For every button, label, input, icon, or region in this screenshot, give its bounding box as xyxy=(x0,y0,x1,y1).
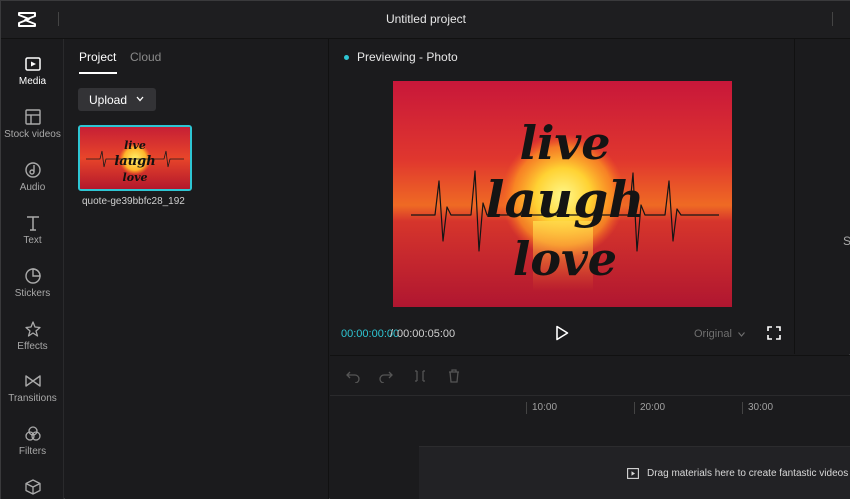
media-panel: Project Cloud Upload live laugh love quo… xyxy=(65,39,329,499)
title-bar: Untitled project xyxy=(1,1,850,39)
play-icon[interactable] xyxy=(555,325,569,341)
preview-status-dot xyxy=(344,55,349,60)
text-icon xyxy=(26,216,39,231)
split-icon[interactable] xyxy=(413,369,427,383)
left-nav: Media Stock videos Audio Text Stickers E… xyxy=(1,39,64,499)
video-icon xyxy=(627,468,639,479)
nav-item-audio[interactable]: Audio xyxy=(1,161,64,211)
ruler-tick-label: 30:00 xyxy=(748,402,774,413)
media-icon xyxy=(24,57,41,71)
preview-text-line: live xyxy=(520,116,611,170)
ruler-tick-label: 10:00 xyxy=(532,402,558,413)
nav-item-stickers[interactable]: Stickers xyxy=(1,267,64,317)
stock-videos-icon xyxy=(24,109,41,125)
tab-project[interactable]: Project xyxy=(79,50,116,64)
nav-label: Filters xyxy=(18,446,47,457)
nav-item-transitions[interactable]: Transitions xyxy=(1,372,64,422)
timeline-drop-area[interactable]: Drag materials here to create fantastic … xyxy=(419,446,850,499)
nav-item-stock-videos[interactable]: Stock videos xyxy=(1,108,64,158)
fullscreen-icon[interactable] xyxy=(767,326,781,340)
transitions-icon xyxy=(24,375,41,387)
nav-label: Media xyxy=(18,76,47,87)
media-item-name: quote-ge39bbfc28_192 xyxy=(82,196,185,207)
stickers-icon xyxy=(24,268,41,284)
nav-label: Transitions xyxy=(8,393,57,404)
timeline: 10:00 20:00 30:00 Drag materials here to… xyxy=(330,355,850,499)
window-title: Untitled project xyxy=(385,12,467,26)
undo-icon[interactable] xyxy=(346,369,360,383)
details-panel-text: S xyxy=(843,234,850,248)
preview-text-line: laugh xyxy=(485,170,644,229)
drop-hint: Drag materials here to create fantastic … xyxy=(647,468,849,479)
timeline-ruler[interactable]: 10:00 20:00 30:00 xyxy=(330,396,850,420)
nav-item-effects[interactable]: Effects xyxy=(1,320,64,370)
nav-label: Stickers xyxy=(14,288,51,299)
nav-item-more[interactable] xyxy=(1,478,64,499)
upload-label: Upload xyxy=(89,93,128,107)
nav-label: Audio xyxy=(19,182,46,193)
app-window: Untitled project Media Stock videos Audi… xyxy=(0,0,850,499)
nav-label: Stock videos xyxy=(4,129,61,140)
nav-label: Effects xyxy=(17,341,48,352)
audio-icon xyxy=(24,162,41,178)
ruler-tick-label: 20:00 xyxy=(640,402,666,413)
preview-label: Previewing - Photo xyxy=(357,50,458,64)
filters-icon xyxy=(24,426,41,441)
aspect-ratio-select[interactable]: Original xyxy=(694,328,745,340)
ruler-tick xyxy=(742,402,743,414)
delete-icon[interactable] xyxy=(447,369,461,383)
preview-image: live laugh love xyxy=(393,81,732,307)
nav-item-text[interactable]: Text xyxy=(1,214,64,264)
nav-item-media[interactable]: Media xyxy=(1,55,64,105)
redo-icon[interactable] xyxy=(379,369,393,383)
total-time: 00:00:05:00 xyxy=(397,328,456,340)
chevron-down-icon xyxy=(136,96,144,102)
nav-label: Text xyxy=(23,235,42,246)
ruler-tick xyxy=(526,402,527,414)
thumb-text-line: love xyxy=(123,171,148,184)
thumbnail-image: live laugh love xyxy=(80,127,190,189)
cube-icon xyxy=(24,479,41,495)
chevron-down-icon xyxy=(738,332,745,337)
title-separator xyxy=(832,12,833,26)
details-panel: S xyxy=(796,39,850,354)
preview-canvas[interactable]: live laugh love xyxy=(393,81,732,307)
ruler-tick xyxy=(634,402,635,414)
tab-cloud[interactable]: Cloud xyxy=(130,50,161,64)
active-tab-indicator xyxy=(79,72,117,74)
preview-text-line: love xyxy=(513,232,617,286)
timeline-toolbar xyxy=(330,356,850,396)
thumb-text-line: laugh xyxy=(114,154,155,169)
nav-item-filters[interactable]: Filters xyxy=(1,425,64,475)
effects-icon xyxy=(24,321,41,337)
preview-panel: Previewing - Photo live laugh love 00:00… xyxy=(330,39,795,354)
time-separator: / xyxy=(390,328,394,340)
aspect-ratio-label: Original xyxy=(694,328,732,340)
media-thumbnail[interactable]: live laugh love xyxy=(78,125,192,191)
upload-button[interactable]: Upload xyxy=(78,88,156,111)
thumb-text-line: live xyxy=(124,139,146,152)
